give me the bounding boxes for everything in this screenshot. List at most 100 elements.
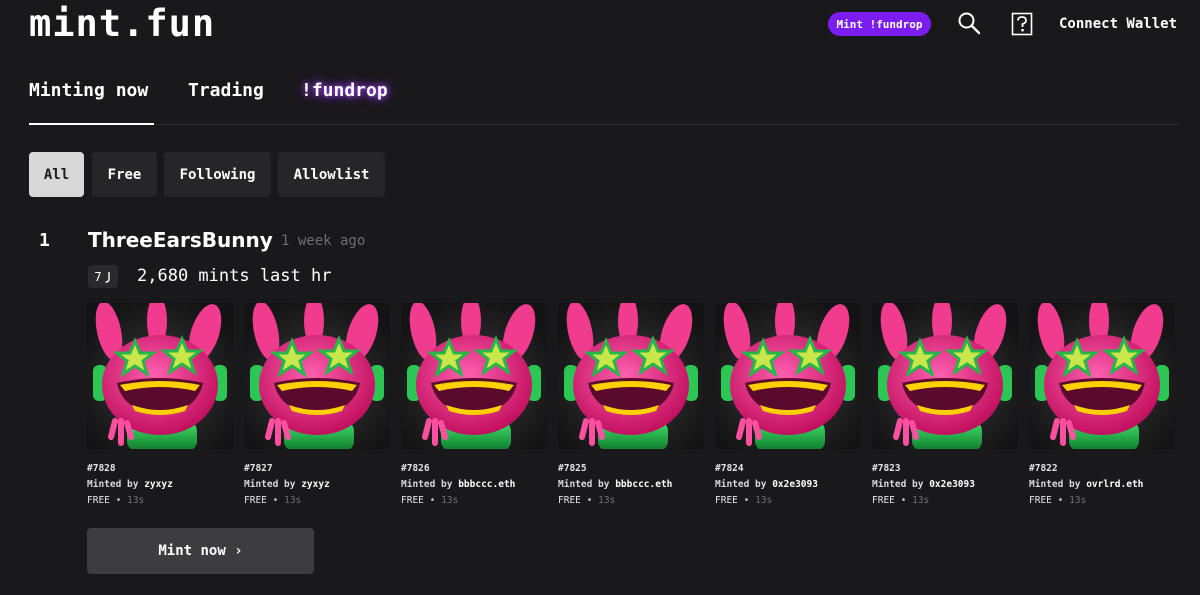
tab-minting-now[interactable]: Minting now <box>29 78 154 125</box>
separator-dot: • <box>586 495 593 506</box>
bunny-artwork <box>250 303 384 449</box>
nft-price: FREE <box>715 495 738 506</box>
nft-image[interactable] <box>1029 303 1175 449</box>
nft-id: #7826 <box>401 463 430 474</box>
nft-id: #7825 <box>558 463 587 474</box>
bunny-artwork <box>721 303 855 449</box>
nft-price: FREE <box>1029 495 1052 506</box>
nft-image[interactable] <box>87 303 233 449</box>
nft-card[interactable]: #7828 Minted by zyxyz FREE • 13s <box>87 303 233 508</box>
nft-card[interactable]: #7823 Minted by 0x2e3093 FREE • 13s <box>872 303 1018 508</box>
minter-name[interactable]: 0x2e3093 <box>772 479 818 490</box>
nft-minted-by: Minted by zyxyz <box>87 478 233 492</box>
tab-bar: Minting now Trading !fundrop <box>29 78 1180 125</box>
nft-time-ago: 13s <box>598 495 616 506</box>
minted-by-label: Minted by <box>558 479 616 490</box>
nft-minted-by: Minted by 0x2e3093 <box>872 478 1018 492</box>
nft-card[interactable]: #7824 Minted by 0x2e3093 FREE • 13s <box>715 303 861 508</box>
separator-dot: • <box>743 495 750 506</box>
nft-time-ago: 13s <box>1069 495 1087 506</box>
nft-price: FREE <box>244 495 267 506</box>
separator-dot: • <box>429 495 436 506</box>
separator-dot: • <box>272 495 279 506</box>
collection-age: 1 week ago <box>281 233 366 249</box>
logo[interactable]: mint.fun <box>29 4 215 44</box>
streak-count: 7 <box>94 269 102 284</box>
nft-image[interactable] <box>244 303 390 449</box>
nft-id: #7822 <box>1029 463 1058 474</box>
search-icon[interactable] <box>957 11 981 35</box>
minted-by-label: Minted by <box>715 479 773 490</box>
nft-time-ago: 13s <box>284 495 302 506</box>
filter-free[interactable]: Free <box>92 152 157 197</box>
minted-by-label: Minted by <box>1029 479 1087 490</box>
separator-dot: • <box>1057 495 1064 506</box>
nft-meta: FREE • 13s <box>558 494 704 508</box>
mint-count: 2,680 mints last hr <box>137 266 332 286</box>
separator-dot: • <box>900 495 907 506</box>
nft-image[interactable] <box>715 303 861 449</box>
filter-all[interactable]: All <box>29 152 84 197</box>
nft-meta: FREE • 13s <box>401 494 547 508</box>
bunny-artwork <box>407 303 541 449</box>
separator-dot: • <box>115 495 122 506</box>
tab-trading[interactable]: Trading <box>188 78 264 104</box>
nft-card[interactable]: #7822 Minted by ovrlrd.eth FREE • 13s <box>1029 303 1175 508</box>
tab-fundrop[interactable]: !fundrop <box>301 78 388 104</box>
minter-name[interactable]: ovrlrd.eth <box>1086 479 1143 490</box>
nft-id: #7827 <box>244 463 273 474</box>
nft-card[interactable]: #7827 Minted by zyxyz FREE • 13s <box>244 303 390 508</box>
minter-name[interactable]: bbbccc.eth <box>458 479 515 490</box>
collection-name[interactable]: ThreeEarsBunny <box>88 227 273 253</box>
nft-minted-by: Minted by 0x2e3093 <box>715 478 861 492</box>
nft-price: FREE <box>558 495 581 506</box>
streak-hook-icon <box>105 271 110 283</box>
bunny-artwork <box>93 303 227 449</box>
nft-card[interactable]: #7826 Minted by bbbccc.eth FREE • 13s <box>401 303 547 508</box>
nft-time-ago: 13s <box>441 495 459 506</box>
nft-meta: FREE • 13s <box>87 494 233 508</box>
minter-name[interactable]: zyxyz <box>301 479 330 490</box>
filter-following[interactable]: Following <box>164 152 271 197</box>
header: mint.fun Mint !fundrop Connect Wallet <box>0 0 1200 50</box>
nft-price: FREE <box>872 495 895 506</box>
nft-minted-by: Minted by bbbccc.eth <box>401 478 547 492</box>
bunny-artwork <box>564 303 698 449</box>
mint-now-button[interactable]: Mint now › <box>87 528 314 574</box>
nft-id: #7823 <box>872 463 901 474</box>
nft-price: FREE <box>87 495 110 506</box>
nft-meta: FREE • 13s <box>1029 494 1175 508</box>
filter-allowlist[interactable]: Allowlist <box>278 152 385 197</box>
nft-meta: FREE • 13s <box>872 494 1018 508</box>
nft-meta: FREE • 13s <box>715 494 861 508</box>
nft-image[interactable] <box>401 303 547 449</box>
minter-name[interactable]: zyxyz <box>144 479 173 490</box>
help-icon[interactable] <box>1011 12 1033 36</box>
nft-minted-by: Minted by zyxyz <box>244 478 390 492</box>
nft-id: #7828 <box>87 463 116 474</box>
bunny-artwork <box>1035 303 1169 449</box>
bunny-artwork <box>878 303 1012 449</box>
nft-time-ago: 13s <box>912 495 930 506</box>
nft-grid: #7828 Minted by zyxyz FREE • 13s #7827 M… <box>87 303 1200 506</box>
nft-time-ago: 13s <box>127 495 145 506</box>
nft-image[interactable] <box>558 303 704 449</box>
minted-by-label: Minted by <box>401 479 459 490</box>
nft-minted-by: Minted by ovrlrd.eth <box>1029 478 1175 492</box>
nft-image[interactable] <box>872 303 1018 449</box>
minter-name[interactable]: 0x2e3093 <box>929 479 975 490</box>
nft-minted-by: Minted by bbbccc.eth <box>558 478 704 492</box>
mint-fundrop-button[interactable]: Mint !fundrop <box>828 12 931 36</box>
minted-by-label: Minted by <box>244 479 302 490</box>
streak-badge: 7 <box>88 265 118 288</box>
nft-id: #7824 <box>715 463 744 474</box>
nft-price: FREE <box>401 495 424 506</box>
collection-rank: 1 <box>39 230 50 251</box>
nft-time-ago: 13s <box>755 495 773 506</box>
nft-card[interactable]: #7825 Minted by bbbccc.eth FREE • 13s <box>558 303 704 508</box>
minted-by-label: Minted by <box>872 479 930 490</box>
connect-wallet-button[interactable]: Connect Wallet <box>1059 14 1177 34</box>
minted-by-label: Minted by <box>87 479 145 490</box>
nft-meta: FREE • 13s <box>244 494 390 508</box>
minter-name[interactable]: bbbccc.eth <box>615 479 672 490</box>
